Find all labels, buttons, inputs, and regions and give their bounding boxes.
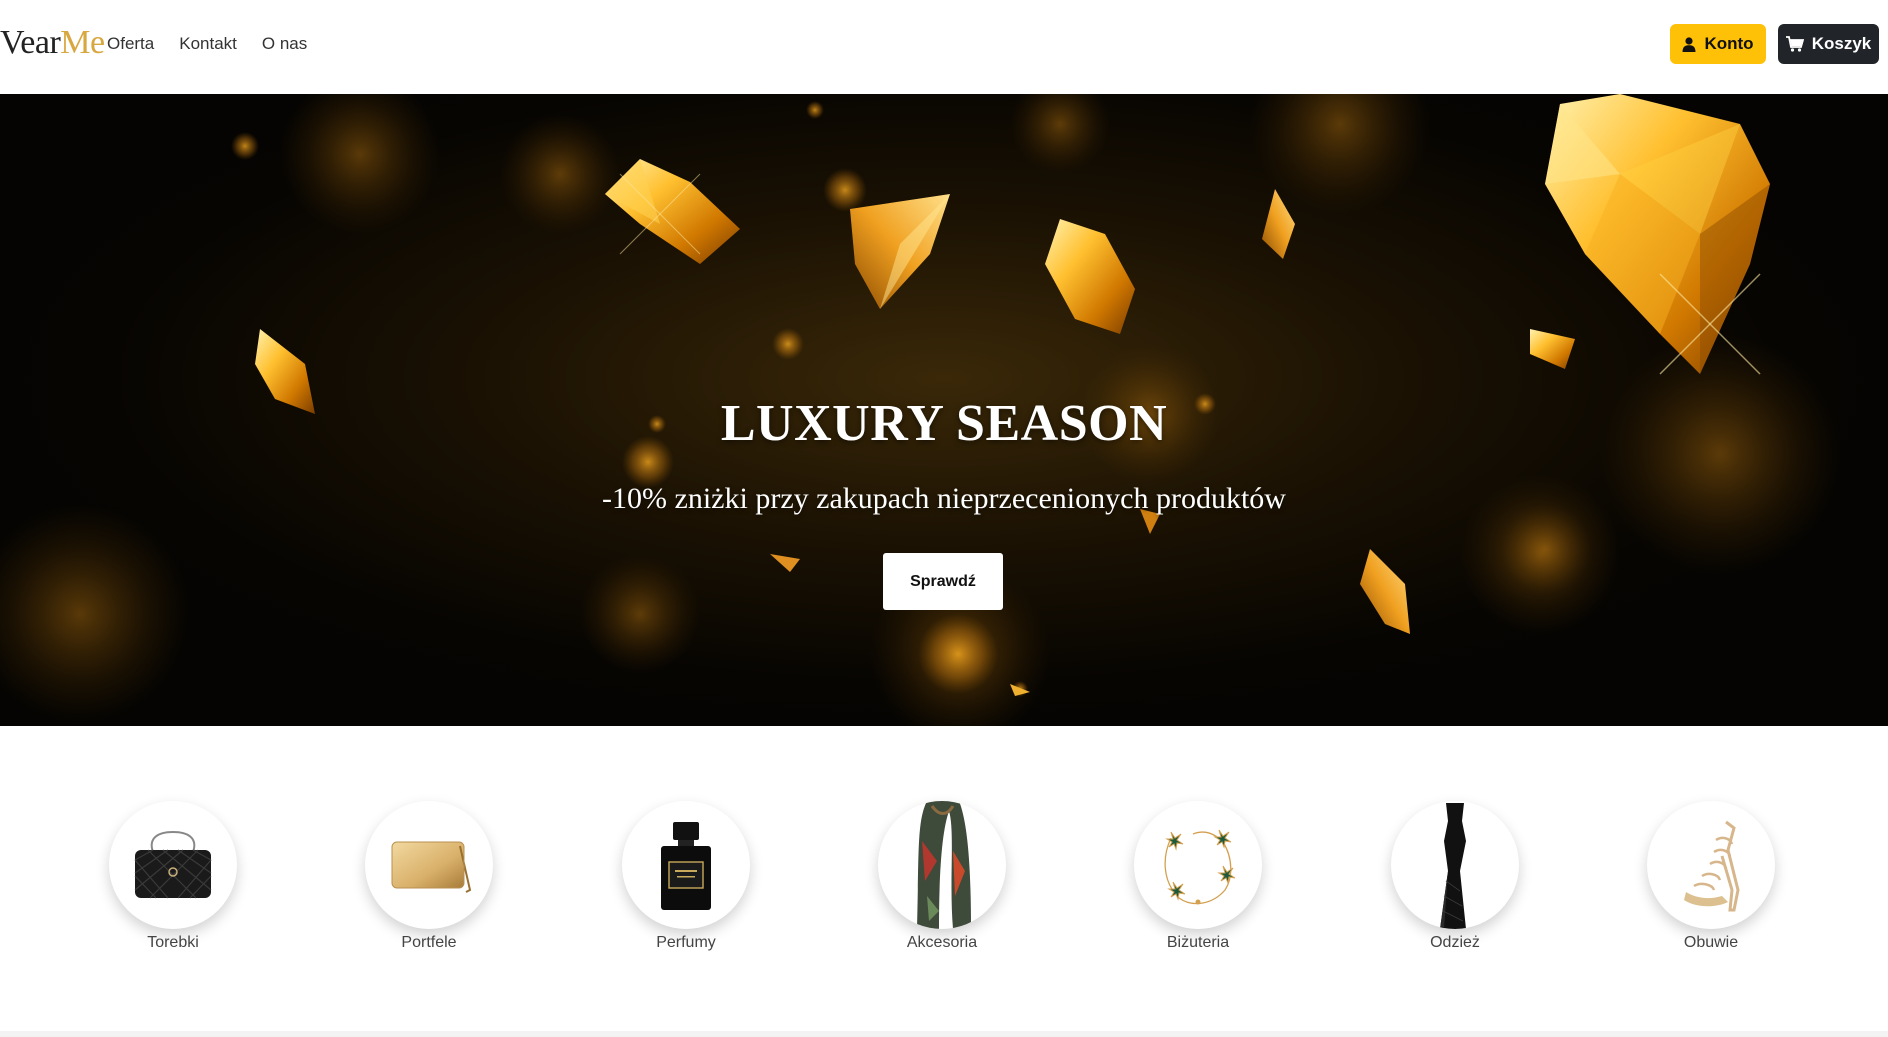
category-label-perfumy: Perfumy xyxy=(656,934,716,951)
categories-section: Torebki Portfele Perfumy Akcesoria Biżut… xyxy=(0,726,1888,1037)
category-image-torebki xyxy=(109,801,237,929)
category-image-odziez xyxy=(1391,801,1519,929)
category-item-obuwie[interactable]: Obuwie xyxy=(1631,801,1791,953)
sandal-icon xyxy=(1684,820,1740,912)
category-label-odziez: Odzież xyxy=(1430,934,1480,951)
nav-link-o-nas[interactable]: O nas xyxy=(262,33,307,55)
cart-icon xyxy=(1785,36,1804,52)
hero-banner: LUXURY SEASON -10% zniżki przy zakupach … xyxy=(0,94,1888,726)
perfume-icon xyxy=(661,822,711,910)
category-label-akcesoria: Akcesoria xyxy=(906,934,978,951)
nav-link-kontakt[interactable]: Kontakt xyxy=(179,33,237,55)
wallet-icon xyxy=(391,841,472,893)
account-button-label: Konto xyxy=(1704,34,1754,53)
brand-logo-part2: Me xyxy=(60,24,105,61)
category-item-akcesoria[interactable]: Akcesoria xyxy=(862,801,1022,953)
footer-divider xyxy=(0,1031,1888,1037)
brand-logo[interactable]: VearMe xyxy=(0,22,105,64)
account-button[interactable]: Konto xyxy=(1670,24,1766,64)
nav-links: Oferta Kontakt O nas xyxy=(107,33,332,55)
category-item-odziez[interactable]: Odzież xyxy=(1375,801,1535,953)
navbar: VearMe Oferta Kontakt O nas Konto Koszyk xyxy=(0,0,1888,94)
category-image-akcesoria xyxy=(878,801,1006,929)
brand-logo-part1: Vear xyxy=(0,24,61,61)
bracelet-icon xyxy=(1164,829,1236,905)
category-item-torebki[interactable]: Torebki xyxy=(93,801,253,953)
user-icon xyxy=(1682,36,1696,52)
hero-cta-button[interactable]: Sprawdź xyxy=(883,553,1003,610)
hero-title: LUXURY SEASON xyxy=(720,395,1168,452)
category-item-perfumy[interactable]: Perfumy xyxy=(606,801,766,953)
handbag-icon xyxy=(134,830,212,899)
dress-icon xyxy=(1440,803,1466,929)
category-image-portfele xyxy=(365,801,493,929)
nav-link-oferta[interactable]: Oferta xyxy=(107,33,154,55)
category-item-bizuteria[interactable]: Biżuteria xyxy=(1118,801,1278,953)
cart-button[interactable]: Koszyk xyxy=(1778,24,1879,64)
category-image-obuwie xyxy=(1647,801,1775,929)
category-label-bizuteria: Biżuteria xyxy=(1166,934,1230,951)
category-image-bizuteria xyxy=(1134,801,1262,929)
scarf-icon xyxy=(917,801,971,929)
category-item-portfele[interactable]: Portfele xyxy=(349,801,509,953)
hero-subtitle: -10% zniżki przy zakupach nieprzeceniony… xyxy=(602,482,1286,515)
cart-button-label: Koszyk xyxy=(1811,34,1872,53)
category-label-obuwie: Obuwie xyxy=(1683,934,1739,951)
category-label-torebki: Torebki xyxy=(147,934,199,951)
category-label-portfele: Portfele xyxy=(401,934,457,951)
category-image-perfumy xyxy=(622,801,750,929)
